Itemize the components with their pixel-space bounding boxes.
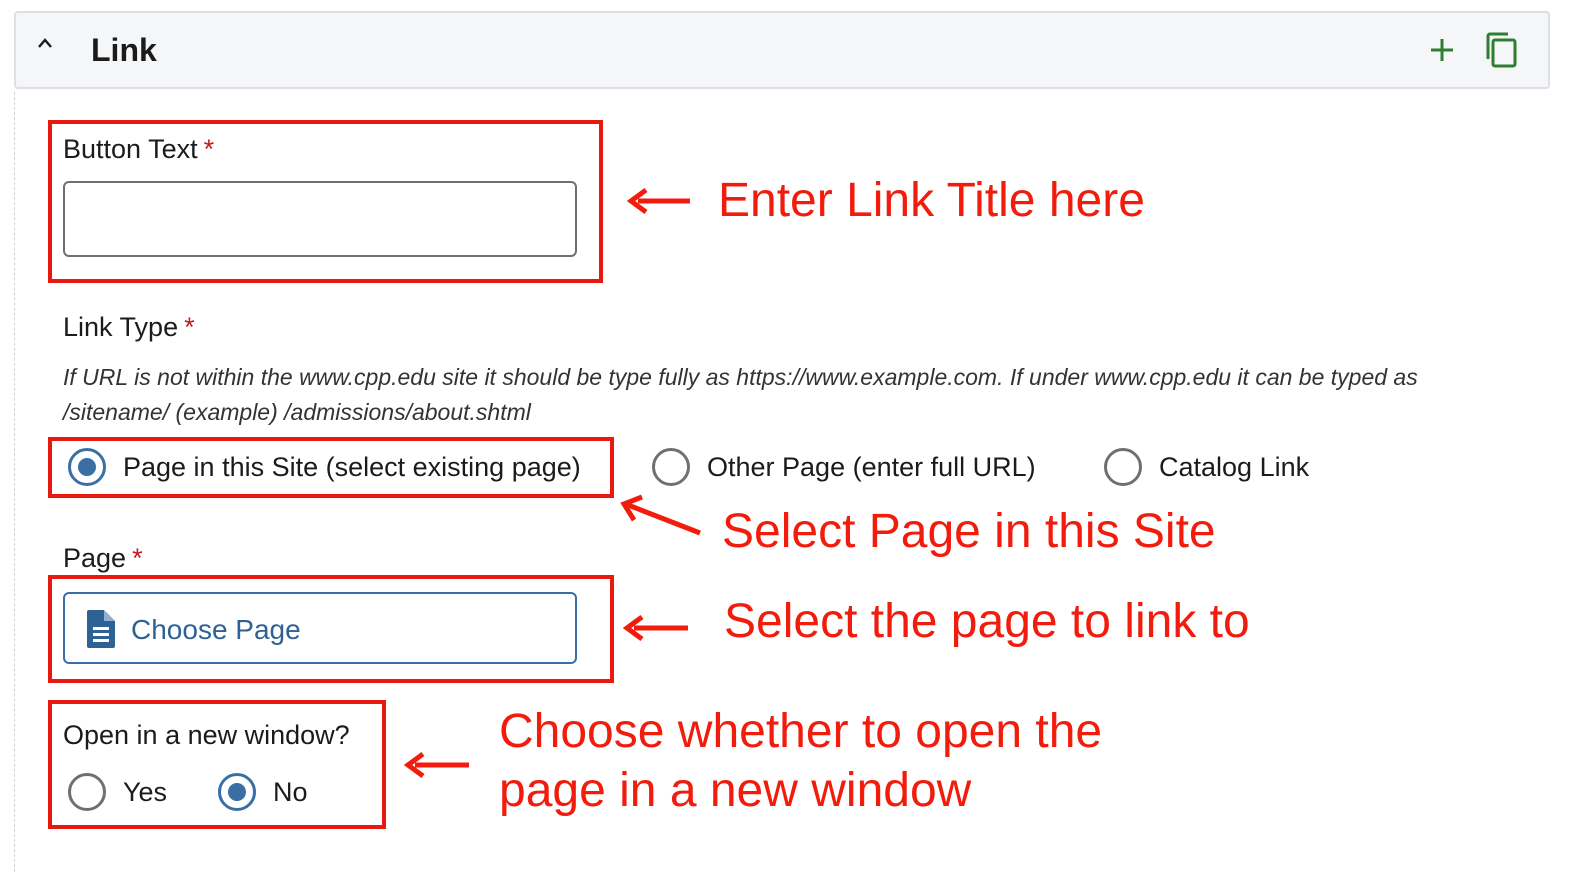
radio-catalog-link[interactable] bbox=[1104, 448, 1142, 486]
section-header[interactable] bbox=[14, 11, 1550, 89]
radio-catalog-link-label[interactable]: Catalog Link bbox=[1159, 450, 1309, 484]
arrow-left-icon bbox=[622, 614, 688, 642]
chevron-up-icon[interactable] bbox=[38, 36, 52, 50]
section-guide-line bbox=[14, 92, 15, 872]
highlight-button-text bbox=[48, 120, 603, 283]
arrow-up-left-icon bbox=[620, 494, 701, 536]
link-type-label: Link Type * bbox=[63, 312, 195, 342]
highlight-choose-page bbox=[48, 575, 614, 683]
arrow-left-icon bbox=[626, 187, 690, 215]
highlight-page-in-site bbox=[48, 437, 614, 498]
section-title: Link bbox=[91, 32, 157, 68]
radio-other-page-label[interactable]: Other Page (enter full URL) bbox=[707, 450, 1036, 484]
annotation-select-page: Select the page to link to bbox=[724, 595, 1250, 648]
copy-icon[interactable] bbox=[1484, 32, 1518, 68]
arrow-left-icon bbox=[403, 751, 469, 779]
page-label: Page * bbox=[63, 543, 143, 573]
annotation-new-window-line1: Choose whether to open the bbox=[499, 705, 1103, 758]
plus-icon[interactable] bbox=[1428, 36, 1456, 64]
highlight-new-window bbox=[48, 700, 386, 829]
annotation-select-site: Select Page in this Site bbox=[722, 505, 1216, 558]
radio-other-page[interactable] bbox=[652, 448, 690, 486]
annotation-new-window-line2: page in a new window bbox=[499, 764, 972, 817]
annotation-title: Enter Link Title here bbox=[718, 174, 1145, 227]
link-type-help-text: If URL is not within the www.cpp.edu sit… bbox=[63, 364, 1418, 425]
